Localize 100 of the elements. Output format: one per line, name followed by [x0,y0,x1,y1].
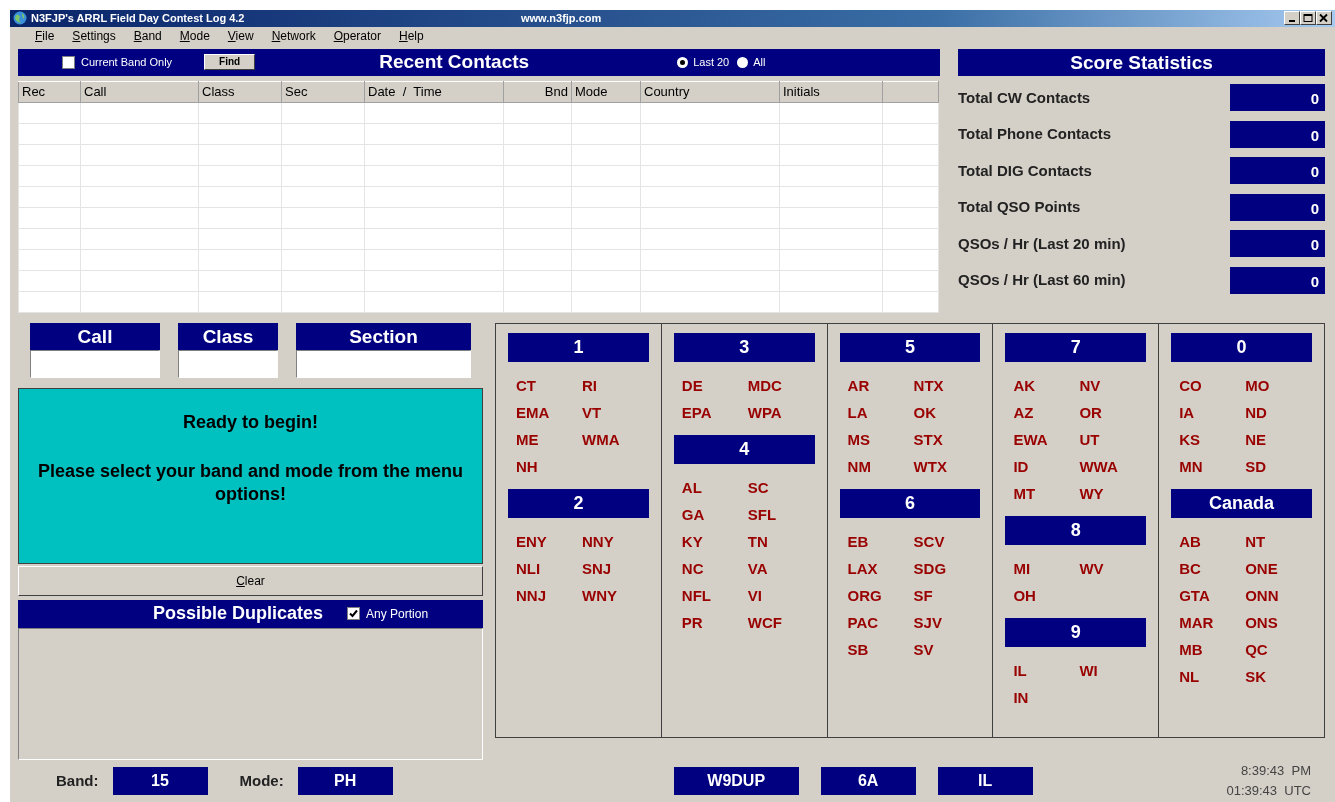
section-code[interactable]: SCV [913,531,980,552]
section-code[interactable]: SJV [913,612,980,633]
section-code[interactable]: UT [1079,429,1146,450]
close-button[interactable] [1316,11,1332,26]
column-header[interactable]: Date / Time [364,81,504,103]
column-header[interactable]: Call [80,81,199,103]
section-code[interactable]: SV [913,639,980,660]
section-code[interactable]: OH [1013,585,1080,606]
section-code[interactable]: NH [516,456,582,477]
column-header[interactable]: Country [640,81,780,103]
section-code[interactable]: SFL [747,504,814,525]
section-code[interactable]: SC [747,477,814,498]
section-code[interactable]: KY [681,531,748,552]
menu-item[interactable]: File [26,27,64,46]
section-code[interactable]: NM [847,456,914,477]
section-code[interactable]: LAX [847,558,914,579]
section-code[interactable]: EWA [1013,429,1080,450]
section-code[interactable]: ND [1245,402,1312,423]
menu-item[interactable]: Settings [63,27,125,46]
section-code[interactable]: NV [1079,375,1146,396]
section-code[interactable]: OK [913,402,980,423]
section-code[interactable]: ENY [516,531,582,552]
menu-item[interactable]: Mode [170,27,219,46]
checkbox[interactable] [62,55,75,69]
section-code[interactable]: IL [1013,660,1080,681]
section-code[interactable]: WY [1079,483,1146,504]
column-header[interactable]: Class [198,81,282,103]
section-code[interactable]: GA [681,504,748,525]
column-header[interactable]: Bnd [503,81,572,103]
minimize-button[interactable] [1284,11,1300,26]
section-code[interactable]: ONE [1245,558,1312,579]
section-code[interactable]: SDG [913,558,980,579]
section-code[interactable]: SF [913,585,980,606]
input-field[interactable] [178,349,278,378]
input-field[interactable] [296,349,471,378]
section-code[interactable]: CO [1179,375,1246,396]
section-code[interactable]: MO [1245,375,1312,396]
section-code[interactable]: EMA [516,402,582,423]
section-code[interactable]: NLI [516,558,582,579]
input-field[interactable] [30,349,160,378]
column-header[interactable]: Initials [779,81,883,103]
section-code[interactable]: WWA [1079,456,1146,477]
section-code[interactable]: GTA [1179,585,1246,606]
section-code[interactable]: IN [1013,687,1080,708]
menu-item[interactable]: Help [390,27,433,46]
section-code[interactable]: SD [1245,456,1312,477]
section-code[interactable]: PAC [847,612,914,633]
section-code[interactable]: NNJ [516,585,582,606]
section-code[interactable]: AR [847,375,914,396]
column-header[interactable]: Mode [571,81,641,103]
section-code[interactable]: ORG [847,585,914,606]
column-header[interactable]: Rec [18,81,81,103]
section-code[interactable]: KS [1179,429,1246,450]
section-code[interactable]: WTX [913,456,980,477]
section-code[interactable]: NT [1245,531,1312,552]
section-code[interactable]: MDC [747,375,814,396]
section-code[interactable]: VT [582,402,648,423]
section-code[interactable]: ONN [1245,585,1312,606]
section-code[interactable]: PR [681,612,748,633]
section-code[interactable]: IA [1179,402,1246,423]
menu-item[interactable]: Network [262,27,325,46]
section-code[interactable]: ME [516,429,582,450]
maximize-button[interactable] [1300,11,1316,26]
section-code[interactable]: WV [1079,558,1146,579]
section-code[interactable]: BC [1179,558,1246,579]
section-code[interactable]: MS [847,429,914,450]
find-button[interactable]: Find [204,54,256,71]
section-code[interactable]: NTX [913,375,980,396]
section-code[interactable]: MAR [1179,612,1246,633]
section-code[interactable]: AK [1013,375,1080,396]
section-code[interactable]: SK [1245,666,1312,687]
section-code[interactable]: NNY [582,531,648,552]
section-code[interactable]: MT [1013,483,1080,504]
section-code[interactable]: NE [1245,429,1312,450]
checkbox[interactable] [347,607,361,621]
section-code[interactable]: EB [847,531,914,552]
section-code[interactable]: OR [1079,402,1146,423]
section-code[interactable]: DE [681,375,748,396]
column-header[interactable]: Sec [281,81,365,103]
section-code[interactable]: NFL [681,585,748,606]
clear-button[interactable]: Clear [18,565,483,596]
menu-item[interactable]: Operator [324,27,390,46]
section-code[interactable]: QC [1245,639,1312,660]
section-code[interactable]: AB [1179,531,1246,552]
section-code[interactable]: AL [681,477,748,498]
section-code[interactable]: VA [747,558,814,579]
section-code[interactable]: WI [1079,660,1146,681]
menu-item[interactable]: Band [124,27,171,46]
section-code[interactable]: MN [1179,456,1246,477]
radio-button[interactable] [737,56,749,68]
section-code[interactable]: STX [913,429,980,450]
section-code[interactable]: MI [1013,558,1080,579]
section-code[interactable]: SNJ [582,558,648,579]
section-code[interactable]: NL [1179,666,1246,687]
section-code[interactable]: NC [681,558,748,579]
section-code[interactable]: ONS [1245,612,1312,633]
menu-item[interactable]: View [218,27,263,46]
section-code[interactable]: LA [847,402,914,423]
radio-button[interactable] [677,56,689,68]
section-code[interactable]: RI [582,375,648,396]
